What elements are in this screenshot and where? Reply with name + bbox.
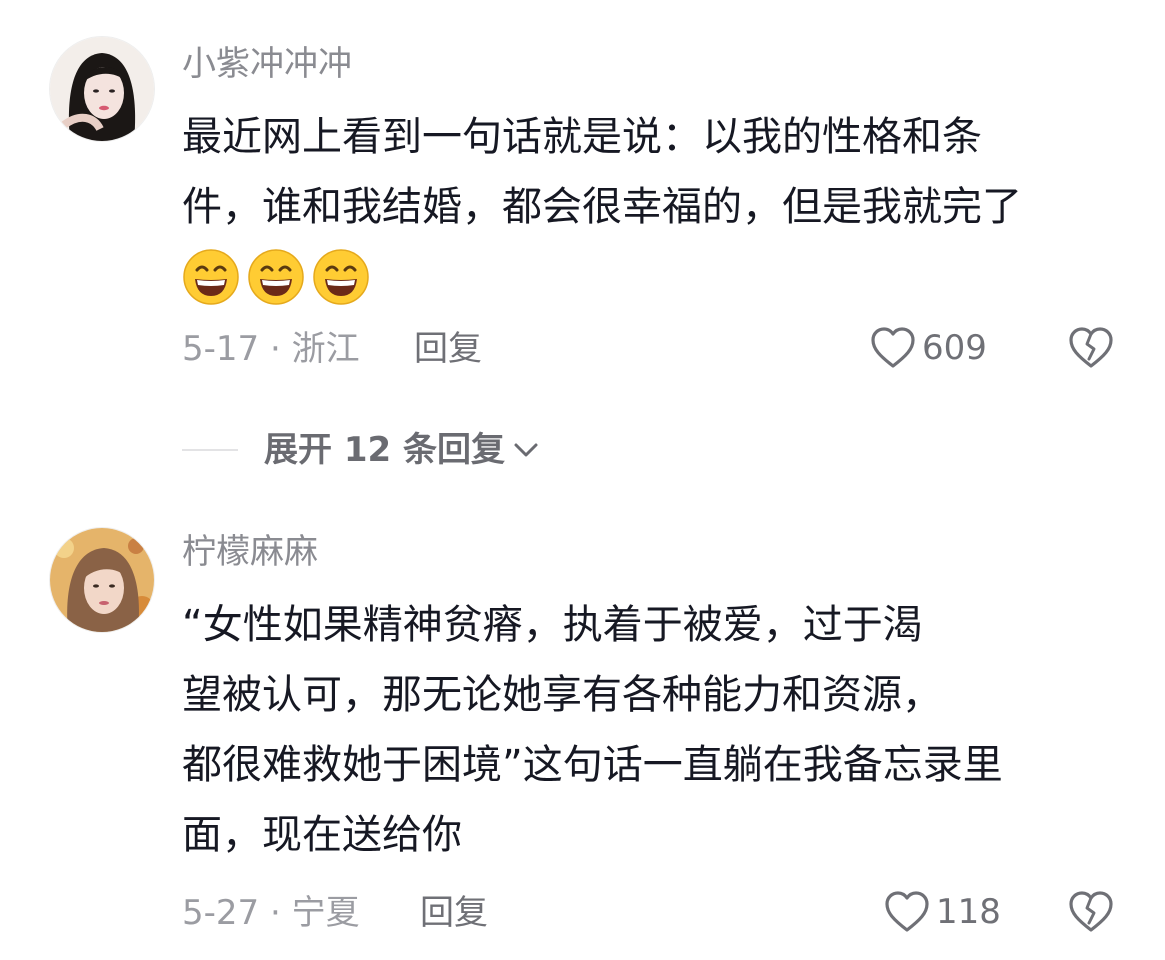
heart-icon xyxy=(871,327,915,368)
comment-line: “女性如果精神贫瘠，执着于被爱，过于渴 xyxy=(182,602,923,648)
avatar-woman-dark-hair-icon xyxy=(50,37,154,141)
reply-button[interactable]: 回复 xyxy=(420,893,488,933)
like-count: 118 xyxy=(936,892,1001,932)
like-button[interactable]: 609 xyxy=(870,326,987,370)
like-count: 609 xyxy=(922,328,987,368)
comment-meta: 5-27 · 宁夏 xyxy=(182,893,360,933)
avatar[interactable] xyxy=(49,36,155,142)
like-button[interactable]: 118 xyxy=(884,890,1001,934)
avatar[interactable] xyxy=(49,527,155,633)
broken-heart-icon xyxy=(1069,327,1113,368)
grinning-face-icon xyxy=(248,249,304,305)
broken-heart-icon xyxy=(1069,891,1113,932)
comment-text: 最近网上看到一句话就是说：以我的性格和条 件，谁和我结婚，都会很幸福的，但是我就… xyxy=(182,102,1022,312)
heart-icon xyxy=(885,891,929,932)
comment-username[interactable]: 柠檬麻麻 xyxy=(182,532,318,572)
avatar-woman-light-hair-icon xyxy=(50,528,154,632)
grinning-face-icon xyxy=(313,249,369,305)
dislike-button[interactable] xyxy=(1068,889,1114,939)
comment-username[interactable]: 小紫冲冲冲 xyxy=(182,44,352,84)
comment-line: 件，谁和我结婚，都会很幸福的，但是我就完了 xyxy=(182,184,1022,230)
reply-button[interactable]: 回复 xyxy=(414,329,482,369)
emoji-row xyxy=(182,242,1022,312)
divider xyxy=(182,449,238,451)
comment-meta: 5-17 · 浙江 xyxy=(182,329,360,369)
comment-line: 最近网上看到一句话就是说：以我的性格和条 xyxy=(182,114,982,160)
grinning-face-icon xyxy=(183,249,239,305)
comment-line: 都很难救她于困境”这句话一直躺在我备忘录里 xyxy=(182,742,1003,788)
expand-replies-label: 展开 12 条回复 xyxy=(264,430,505,470)
dislike-button[interactable] xyxy=(1068,325,1114,375)
comment-text: “女性如果精神贫瘠，执着于被爱，过于渴 望被认可，那无论她享有各种能力和资源， … xyxy=(182,590,1003,870)
expand-replies-button[interactable]: 展开 12 条回复 xyxy=(182,428,541,472)
comment-line: 望被认可，那无论她享有各种能力和资源， xyxy=(182,672,942,718)
chevron-down-icon xyxy=(514,443,538,457)
comment-line: 面，现在送给你 xyxy=(182,812,462,858)
